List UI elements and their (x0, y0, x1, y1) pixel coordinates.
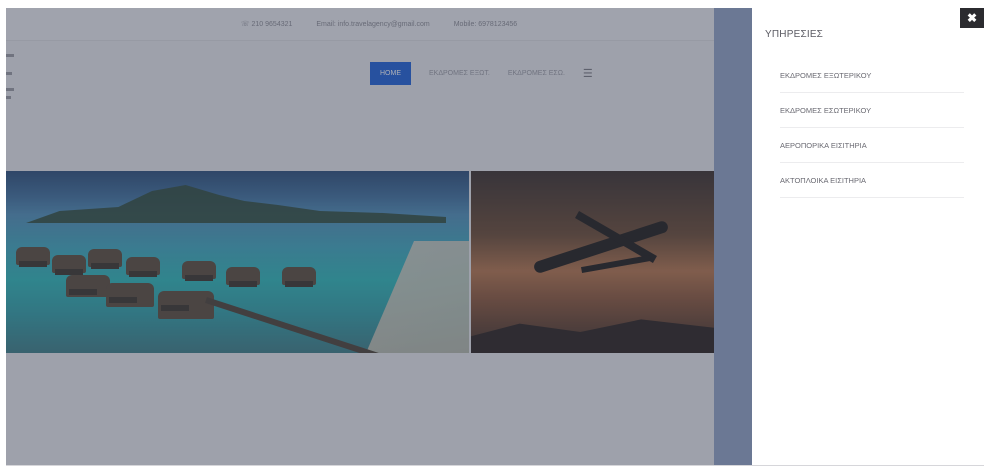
page: ☏ 210 9654321 Email: info.travelagency@g… (0, 0, 986, 466)
close-icon: ✖ (966, 11, 978, 25)
menu-item-abroad-trips[interactable]: ΕΚΔΡΟΜΕΣ ΕΞΩΤΕΡΙΚΟΥ (780, 58, 964, 93)
modal-backdrop[interactable] (6, 8, 714, 466)
menu-item-ferry-tickets[interactable]: ΑΚΤΟΠΛΟΙΚΑ ΕΙΣΙΤΗΡΙΑ (780, 163, 964, 198)
panel-title: ΥΠΗΡΕΣΙΕΣ (765, 29, 824, 40)
close-button[interactable]: ✖ (960, 8, 984, 28)
menu-item-domestic-trips[interactable]: ΕΚΔΡΟΜΕΣ ΕΣΩΤΕΡΙΚΟΥ (780, 93, 964, 128)
services-side-panel: ΥΠΗΡΕΣΙΕΣ ✖ ΕΚΔΡΟΜΕΣ ΕΞΩΤΕΡΙΚΟΥ ΕΚΔΡΟΜΕΣ… (752, 8, 984, 466)
menu-item-air-tickets[interactable]: ΑΕΡΟΠΟΡΙΚΑ ΕΙΣΙΤΗΡΙΑ (780, 128, 964, 163)
backdrop-edge (714, 8, 752, 466)
services-menu: ΕΚΔΡΟΜΕΣ ΕΞΩΤΕΡΙΚΟΥ ΕΚΔΡΟΜΕΣ ΕΣΩΤΕΡΙΚΟΥ … (780, 58, 964, 198)
